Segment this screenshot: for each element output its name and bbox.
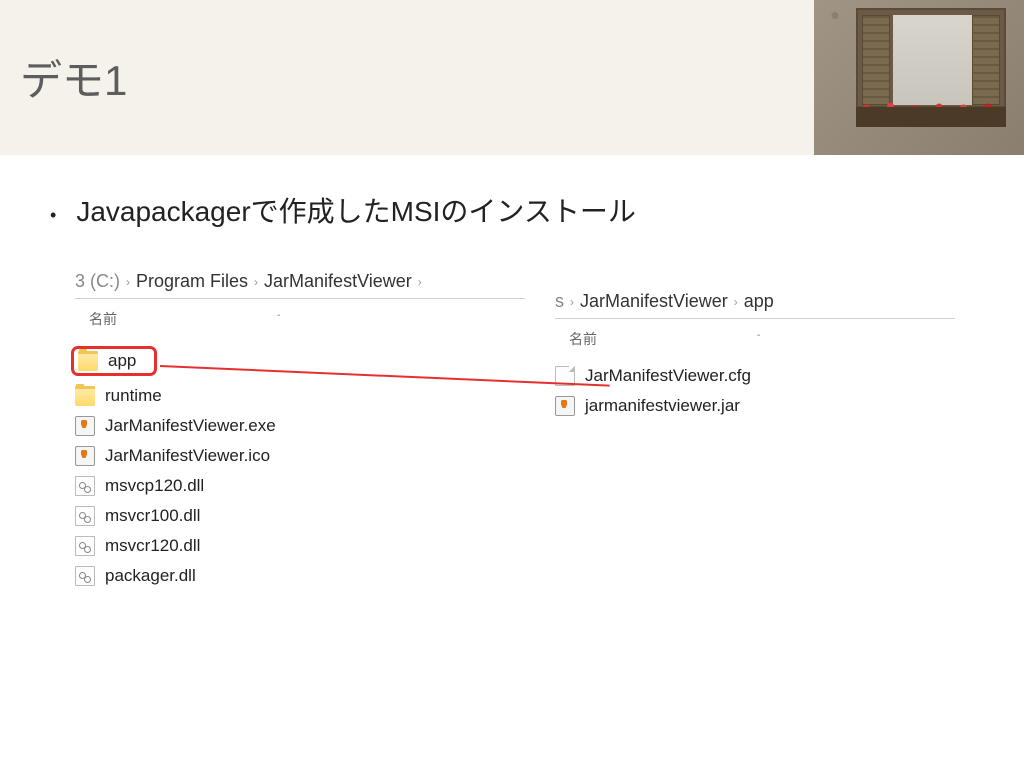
- file-item: app: [75, 341, 525, 381]
- column-name-label: 名前: [89, 309, 117, 329]
- explorer-screenshots: 3 (C:) › Program Files › JarManifestView…: [50, 265, 974, 591]
- file-name: runtime: [105, 386, 162, 406]
- sort-caret-icon: ˆ: [757, 334, 760, 345]
- file-name: msvcr120.dll: [105, 536, 200, 556]
- breadcrumb-left: 3 (C:) › Program Files › JarManifestView…: [75, 265, 525, 299]
- file-name: packager.dll: [105, 566, 196, 586]
- file-item: JarManifestViewer.cfg: [555, 361, 955, 391]
- file-item: msvcr100.dll: [75, 501, 525, 531]
- explorer-left-panel: 3 (C:) › Program Files › JarManifestView…: [75, 265, 525, 591]
- file-name: JarManifestViewer.ico: [105, 446, 270, 466]
- decorative-window-photo: [814, 0, 1024, 155]
- folder-icon: [78, 351, 98, 371]
- chevron-right-icon: ›: [734, 295, 738, 309]
- breadcrumb-right: s › JarManifestViewer › app: [555, 285, 955, 319]
- file-name: msvcp120.dll: [105, 476, 204, 496]
- column-header-left: 名前 ˆ: [75, 299, 525, 337]
- file-item: runtime: [75, 381, 525, 411]
- file-name: JarManifestViewer.cfg: [585, 366, 751, 386]
- file-item: JarManifestViewer.exe: [75, 411, 525, 441]
- file-list-right: JarManifestViewer.cfg jarmanifestviewer.j…: [555, 361, 955, 421]
- file-item: JarManifestViewer.ico: [75, 441, 525, 471]
- bullet-marker: •: [50, 205, 56, 226]
- file-name: JarManifestViewer.exe: [105, 416, 276, 436]
- file-item: jarmanifestviewer.jar: [555, 391, 955, 421]
- bullet-item: • Javapackagerで作成したMSIのインストール: [50, 190, 974, 230]
- java-icon: [555, 396, 575, 416]
- file-name: jarmanifestviewer.jar: [585, 396, 740, 416]
- breadcrumb-seg: app: [744, 291, 774, 312]
- file-item: msvcr120.dll: [75, 531, 525, 561]
- chevron-right-icon: ›: [254, 275, 258, 289]
- slide-title: デモ1: [20, 47, 127, 108]
- explorer-right-panel: s › JarManifestViewer › app 名前 ˆ JarMani…: [555, 285, 955, 591]
- chevron-right-icon: ›: [126, 275, 130, 289]
- breadcrumb-seg: Program Files: [136, 271, 248, 292]
- breadcrumb-partial: s: [555, 291, 564, 312]
- bullet-text: Javapackagerで作成したMSIのインストール: [76, 190, 636, 230]
- dll-icon: [75, 566, 95, 586]
- dll-icon: [75, 506, 95, 526]
- java-icon: [75, 416, 95, 436]
- file-name: app: [108, 351, 136, 371]
- dll-icon: [75, 476, 95, 496]
- chevron-right-icon: ›: [418, 275, 422, 289]
- java-icon: [75, 446, 95, 466]
- sort-caret-icon: ˆ: [277, 314, 280, 325]
- breadcrumb-seg: JarManifestViewer: [580, 291, 728, 312]
- folder-icon: [75, 386, 95, 406]
- breadcrumb-drive: 3 (C:): [75, 271, 120, 292]
- file-item: msvcp120.dll: [75, 471, 525, 501]
- column-name-label: 名前: [569, 329, 597, 349]
- dll-icon: [75, 536, 95, 556]
- chevron-right-icon: ›: [570, 295, 574, 309]
- slide-content: • Javapackagerで作成したMSIのインストール 3 (C:) › P…: [0, 155, 1024, 626]
- breadcrumb-seg: JarManifestViewer: [264, 271, 412, 292]
- column-header-right: 名前 ˆ: [555, 319, 955, 357]
- slide-title-bar: デモ1: [0, 0, 1024, 155]
- file-name: msvcr100.dll: [105, 506, 200, 526]
- file-item: packager.dll: [75, 561, 525, 591]
